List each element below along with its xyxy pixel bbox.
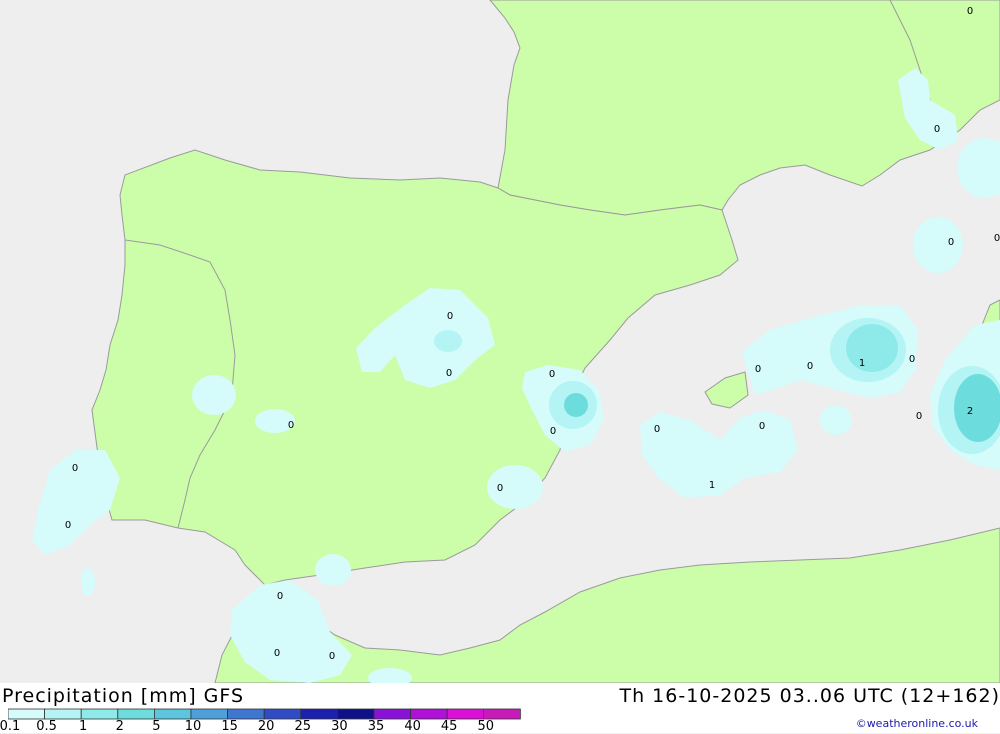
scale-color-bin <box>153 708 192 720</box>
scale-color-bin <box>117 708 155 720</box>
map-value-label: 0 <box>277 591 283 602</box>
map-value-label: 0 <box>994 233 1000 244</box>
scale-color-bin <box>44 708 82 720</box>
map-value-label: 2 <box>967 406 973 417</box>
map-value-label: 0 <box>329 651 335 662</box>
scale-color-bin <box>410 708 448 720</box>
precip-area-gulf-lion <box>913 217 963 273</box>
scale-tick-label: 1 <box>79 719 88 734</box>
scale-tick-label: 20 <box>257 719 275 734</box>
map-value-label: 0 <box>654 424 660 435</box>
scale-tick-label: 5 <box>152 719 161 734</box>
map-value-label: 0 <box>948 237 954 248</box>
precip-area-central-spain-core <box>434 330 462 352</box>
precip-area-extremadura <box>192 375 236 415</box>
map-value-label: 1 <box>709 480 715 491</box>
scale-color-bin <box>8 708 45 720</box>
scale-tick-label: 50 <box>477 719 495 734</box>
map-value-label: 0 <box>916 411 922 422</box>
scale-color-bin <box>190 708 228 720</box>
map-value-label: 0 <box>934 124 940 135</box>
map-value-label: 1 <box>859 358 865 369</box>
scale-color-bin <box>227 708 265 720</box>
forecast-datetime: Th 16-10-2025 03..06 UTC (12+162) <box>619 685 1000 707</box>
map-value-label: 0 <box>72 463 78 474</box>
map-value-label: 0 <box>65 520 71 531</box>
map-value-label: 0 <box>447 311 453 322</box>
scale-tick-label: 2 <box>115 719 124 734</box>
scale-color-bin <box>446 708 485 720</box>
scale-tick-label: 30 <box>331 719 348 734</box>
map-value-label: 0 <box>288 420 294 431</box>
map-value-label: 0 <box>967 6 973 17</box>
map-value-label: 0 <box>909 354 915 365</box>
scale-color-bin <box>263 708 302 720</box>
precip-area-atlantic-small <box>81 568 95 596</box>
scale-color-bin <box>373 708 411 720</box>
scale-tick-label: 15 <box>221 719 238 734</box>
precip-area-murcia <box>487 465 543 509</box>
precip-area-alboran <box>315 554 351 586</box>
scale-color-bin <box>80 708 119 720</box>
precip-area-sardinia-south-core <box>954 374 1000 442</box>
map-value-label: 0 <box>497 483 503 494</box>
map-value-label: 0 <box>274 648 280 659</box>
scale-color-bin <box>336 708 375 720</box>
map-value-label: 0 <box>759 421 765 432</box>
map-title: Precipitation [mm] GFS <box>2 685 245 707</box>
precip-area-sardinia-west-small <box>820 405 852 435</box>
precip-area-balearic-north-core <box>846 324 898 372</box>
scale-tick-label: 10 <box>184 719 202 734</box>
legend-footer: Precipitation [mm] GFS Th 16-10-2025 03.… <box>0 683 1000 734</box>
scale-tick-label: 0.1 <box>0 719 21 734</box>
map-value-label: 0 <box>550 426 556 437</box>
credit-link[interactable]: ©weatheronline.co.uk <box>856 717 978 730</box>
scale-tick-label: 45 <box>440 719 458 734</box>
scale-tick-label: 25 <box>294 719 312 734</box>
precipitation-map: 0 0 0 1 0 0 0 0 0 0 0 0 0 0 0 0 1 0 0 2 … <box>0 0 1000 683</box>
scale-tick-label: 35 <box>367 719 385 734</box>
scale-color-bin <box>300 708 338 720</box>
precip-area-valencia-core <box>564 393 588 417</box>
scale-tick-label: 40 <box>404 719 421 734</box>
map-value-label: 0 <box>807 361 813 372</box>
map-value-label: 0 <box>755 364 761 375</box>
map-value-label: 0 <box>549 369 555 380</box>
map-value-label: 0 <box>446 368 452 379</box>
scale-tick-label: 0.5 <box>36 719 57 734</box>
